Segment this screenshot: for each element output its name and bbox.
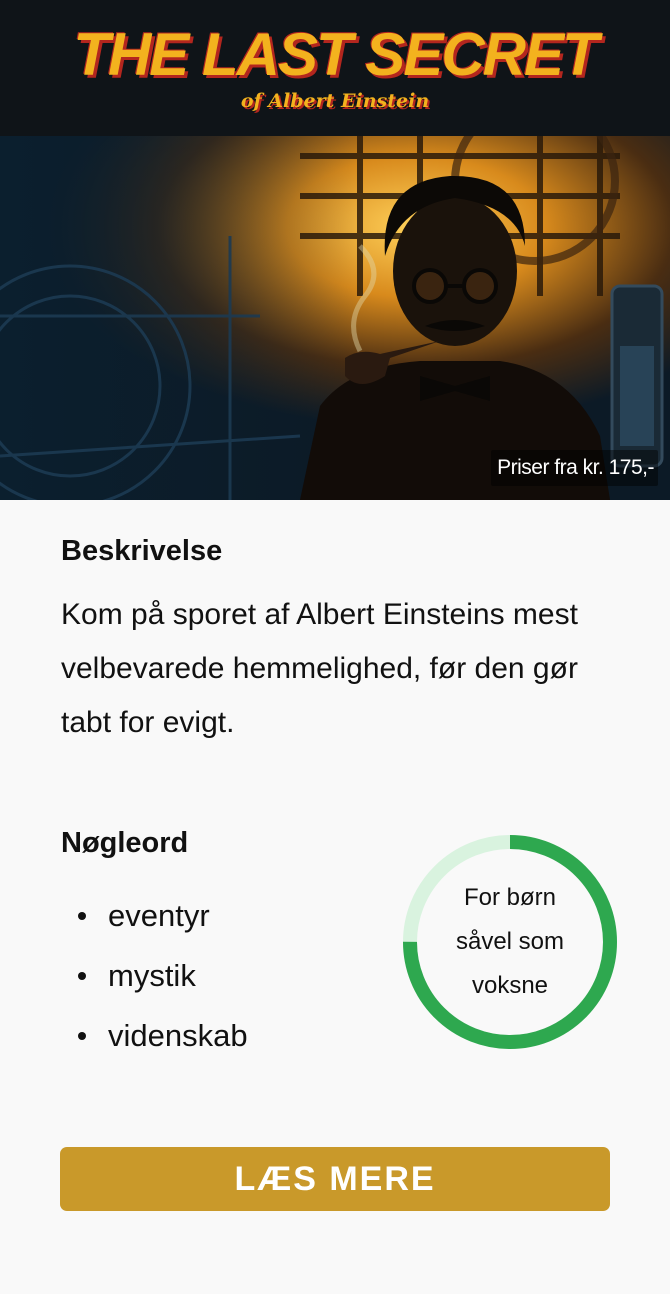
- hero-illustration: [0, 136, 670, 500]
- audience-label: For børn såvel som voksne: [455, 884, 565, 999]
- bullet-icon: [78, 972, 86, 980]
- read-more-button[interactable]: LÆS MERE: [60, 1147, 610, 1211]
- keyword-item: mystik: [78, 946, 248, 1006]
- hero-image: Priser fra kr. 175,-: [0, 136, 670, 500]
- logo-header: THE LAST SECRET of Albert Einstein: [0, 0, 670, 136]
- keyword-item: videnskab: [78, 1006, 248, 1066]
- bullet-icon: [78, 912, 86, 920]
- game-logo-subtitle: of Albert Einstein: [240, 90, 430, 112]
- keyword-list: eventyr mystik videnskab: [78, 886, 248, 1066]
- description-text: Kom på sporet af Albert Einsteins mest v…: [61, 598, 578, 739]
- audience-ring: For børn såvel som voksne: [403, 835, 617, 1049]
- price-badge: Priser fra kr. 175,-: [491, 450, 658, 486]
- game-logo-title: THE LAST SECRET: [73, 21, 598, 88]
- bullet-icon: [78, 1032, 86, 1040]
- description-heading: Beskrivelse: [61, 535, 223, 567]
- keyword-item: eventyr: [78, 886, 248, 946]
- game-card: THE LAST SECRET of Albert Einstein Prise…: [0, 0, 670, 1294]
- keywords-heading: Nøgleord: [61, 827, 189, 859]
